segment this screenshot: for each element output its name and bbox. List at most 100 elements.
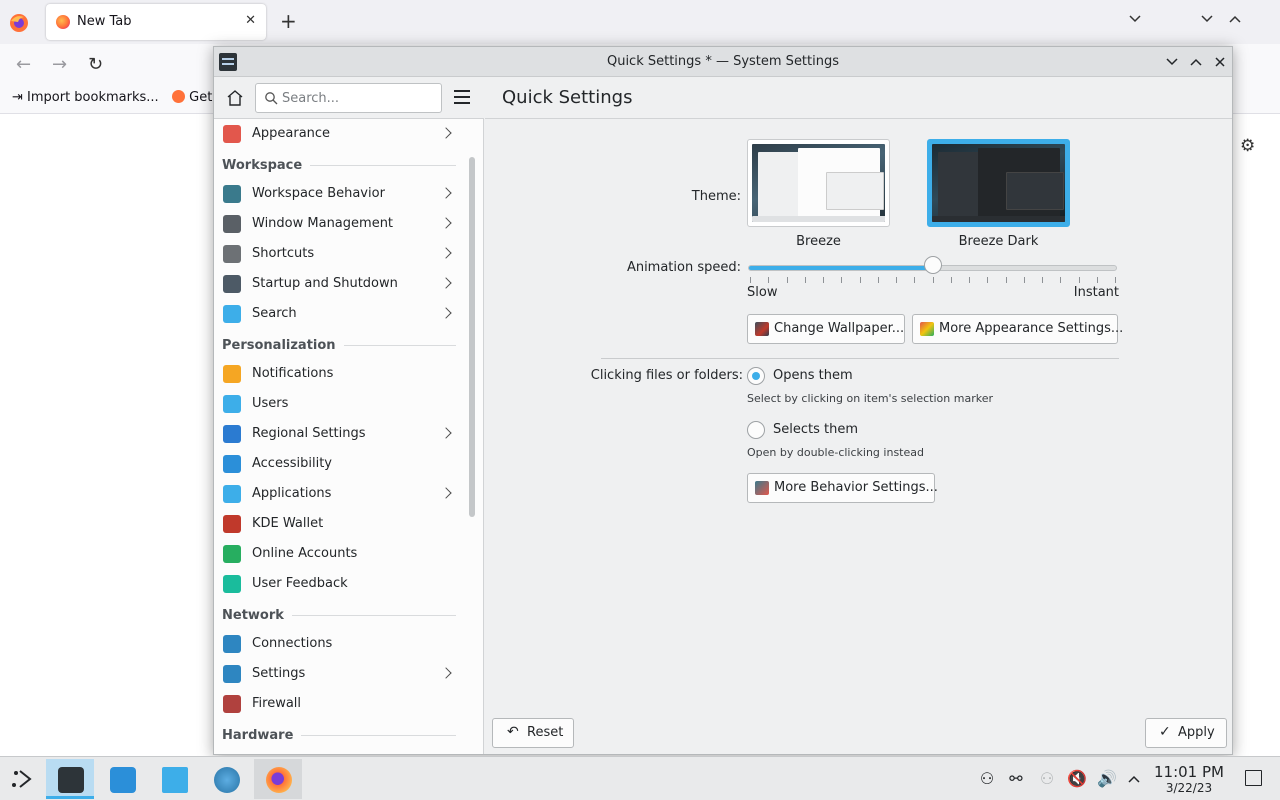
taskbar-discover[interactable] (98, 759, 146, 799)
sidebar-item-search[interactable]: Search (214, 299, 464, 329)
sidebar-scrollbar[interactable] (469, 157, 475, 517)
globe-icon (223, 635, 241, 653)
sidebar-search[interactable] (255, 83, 442, 113)
sidebar-item-appearance[interactable]: Appearance (214, 119, 464, 149)
bookmark-import-label: Import bookmarks... (27, 90, 159, 105)
sidebar-item-workspace-behavior[interactable]: Workspace Behavior (214, 179, 464, 209)
show-desktop-icon[interactable] (1245, 770, 1262, 786)
sidebar-item-label: Firewall (252, 696, 302, 711)
theme-card-breeze-dark[interactable] (927, 139, 1070, 227)
kde-connect-icon[interactable]: ⚯ (1007, 770, 1025, 788)
keyboard-icon (223, 245, 241, 263)
clicking-files-label: Clicking files or folders: (590, 368, 743, 383)
slider-tick (1078, 277, 1080, 283)
browser-tab-bar: New Tab ✕ + (0, 0, 1280, 44)
apply-button[interactable]: ✓ Apply (1145, 718, 1227, 748)
sidebar-item-label: Users (252, 396, 289, 411)
page-header: Quick Settings (485, 77, 1232, 119)
taskbar-web-browser[interactable] (202, 759, 250, 799)
folder-icon (162, 767, 188, 793)
home-icon[interactable] (225, 88, 245, 108)
hamburger-menu-icon[interactable] (454, 90, 470, 104)
sidebar-item-users[interactable]: Users (214, 389, 464, 419)
search-input[interactable] (282, 89, 437, 107)
sidebar-item-regional-settings[interactable]: Regional Settings (214, 419, 464, 449)
chevron-down-icon[interactable] (1128, 12, 1142, 26)
new-tab-button[interactable]: + (280, 10, 297, 32)
reset-label: Reset (527, 725, 564, 740)
sidebar-item-user-feedback[interactable]: User Feedback (214, 569, 464, 599)
opens-them-radio[interactable] (747, 367, 765, 385)
close-window-icon[interactable] (1213, 55, 1227, 69)
sidebar-item-connections[interactable]: Connections (214, 629, 464, 659)
sidebar-item-label: Settings (252, 666, 306, 681)
theme-name-breeze-dark: Breeze Dark (958, 234, 1039, 249)
slider-tick (750, 277, 751, 283)
change-wallpaper-label: Change Wallpaper... (774, 321, 905, 336)
browser-tab-title: New Tab (77, 14, 132, 29)
clock-date[interactable]: 3/22/23 (1150, 781, 1228, 795)
minimize-window-icon[interactable] (1165, 55, 1179, 69)
maximize-icon[interactable] (1228, 12, 1242, 26)
animation-speed-label: Animation speed: (626, 260, 741, 275)
sidebar-item-notifications[interactable]: Notifications (214, 359, 464, 389)
close-tab-icon[interactable]: ✕ (245, 13, 256, 28)
forward-icon[interactable]: → (52, 54, 67, 75)
chevron-up-icon[interactable] (1127, 772, 1141, 786)
sidebar-item-window-management[interactable]: Window Management (214, 209, 464, 239)
theme-card-breeze[interactable] (747, 139, 890, 227)
clock-time[interactable]: 11:01 PM (1150, 763, 1228, 781)
slider-tick (841, 277, 843, 283)
back-icon[interactable]: ← (16, 54, 31, 75)
change-wallpaper-button[interactable]: Change Wallpaper... (747, 314, 905, 344)
bookmark-get-started[interactable]: Get (172, 90, 212, 105)
reload-icon[interactable]: ↻ (88, 54, 103, 75)
gear-icon[interactable]: ⚙ (1240, 136, 1255, 156)
sidebar-section-label: Workspace (222, 158, 311, 173)
bookmark-import[interactable]: ⇥ Import bookmarks... (12, 90, 159, 105)
applications-icon (223, 485, 241, 503)
sidebar-item-label: Startup and Shutdown (252, 276, 398, 291)
window-management-icon (223, 215, 241, 233)
sidebar-item-label: Applications (252, 486, 332, 501)
chevron-right-icon (440, 277, 452, 289)
more-behavior-settings-button[interactable]: More Behavior Settings... (747, 473, 938, 503)
sidebar-item-accessibility[interactable]: Accessibility (214, 449, 464, 479)
sidebar-item-applications[interactable]: Applications (214, 479, 464, 509)
app-launcher-icon[interactable] (10, 767, 34, 791)
slider-tick (987, 277, 989, 283)
volume-icon[interactable]: 🔊 (1097, 770, 1117, 788)
startup-shutdown-icon (223, 275, 241, 293)
window-titlebar[interactable]: Quick Settings * — System Settings (214, 47, 1232, 77)
sidebar-section-network: Network (222, 605, 456, 625)
firefox-icon[interactable] (8, 12, 30, 34)
maximize-window-icon[interactable] (1189, 55, 1203, 69)
minimize-icon[interactable] (1200, 12, 1214, 26)
slider-tick (932, 277, 934, 283)
reset-button[interactable]: ↶ Reset (492, 718, 574, 748)
opens-them-label[interactable]: Opens them (773, 368, 853, 383)
sidebar-item-firewall[interactable]: Firewall (214, 689, 464, 719)
sidebar-item-label: Connections (252, 636, 333, 651)
online-accounts-icon (223, 545, 241, 563)
users-icon (223, 395, 241, 413)
selects-them-label[interactable]: Selects them (773, 422, 858, 437)
browser-tab[interactable]: New Tab ✕ (46, 4, 266, 40)
sidebar-item-kde-wallet[interactable]: KDE Wallet (214, 509, 464, 539)
speaker-muted-icon[interactable]: 🔇 (1067, 770, 1087, 788)
more-appearance-settings-button[interactable]: More Appearance Settings... (912, 314, 1123, 344)
network-disconnected-icon[interactable]: ⚇ (1038, 770, 1056, 788)
taskbar-system-settings[interactable] (46, 759, 94, 799)
sidebar-item-label: KDE Wallet (252, 516, 324, 531)
taskbar-firefox[interactable] (254, 759, 302, 799)
slider-handle[interactable] (923, 256, 942, 274)
sidebar-item-shortcuts[interactable]: Shortcuts (214, 239, 464, 269)
regional-settings-icon (223, 425, 241, 443)
selects-them-radio[interactable] (747, 421, 765, 439)
sidebar-item-settings[interactable]: Settings (214, 659, 464, 689)
taskbar-dolphin[interactable] (150, 759, 198, 799)
user-icon[interactable]: ⚇ (978, 770, 996, 788)
system-settings-icon (58, 767, 84, 793)
sidebar-item-startup-and-shutdown[interactable]: Startup and Shutdown (214, 269, 464, 299)
sidebar-item-online-accounts[interactable]: Online Accounts (214, 539, 464, 569)
